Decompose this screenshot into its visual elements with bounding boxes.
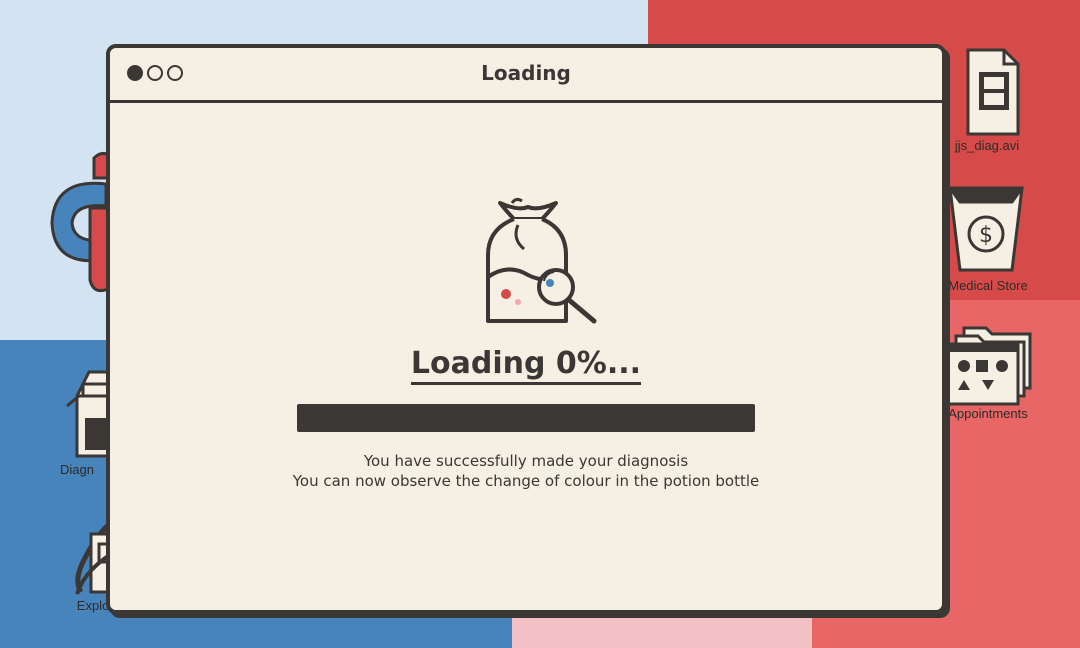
potion-instruction-message: You can now observe the change of colour… [292,472,760,490]
potion-bottle-magnifier-icon [486,197,597,324]
shopping-bag-dollar-icon: $ [948,186,1024,272]
desktop-icon-video[interactable]: jjs_diag.avi [942,46,1032,153]
desktop-icon-appointments-label: Appointments [948,406,1028,421]
svg-text:$: $ [979,223,993,248]
video-file-icon [966,48,1020,136]
desktop-icon-medical-store-label: Medical Store [948,278,1028,293]
folder-shapes-icon [946,326,1032,406]
desktop-icon-appointments[interactable]: Appointments [938,322,1038,421]
title-bar[interactable]: Loading [110,48,942,103]
desktop-icon-medical-store[interactable]: $ Medical Store [938,182,1038,293]
progress-bar [297,404,755,432]
desktop-icon-video-label: jjs_diag.avi [954,138,1020,153]
loading-percentage-text: Loading 0%... [410,346,642,385]
window-title: Loading [481,61,571,85]
loading-window: Loading Loading 0%... You have successfu… [106,44,946,614]
diagnosis-message: You have successfully made your diagnosi… [363,452,689,470]
loading-heading: Loading 0%... [110,346,942,385]
